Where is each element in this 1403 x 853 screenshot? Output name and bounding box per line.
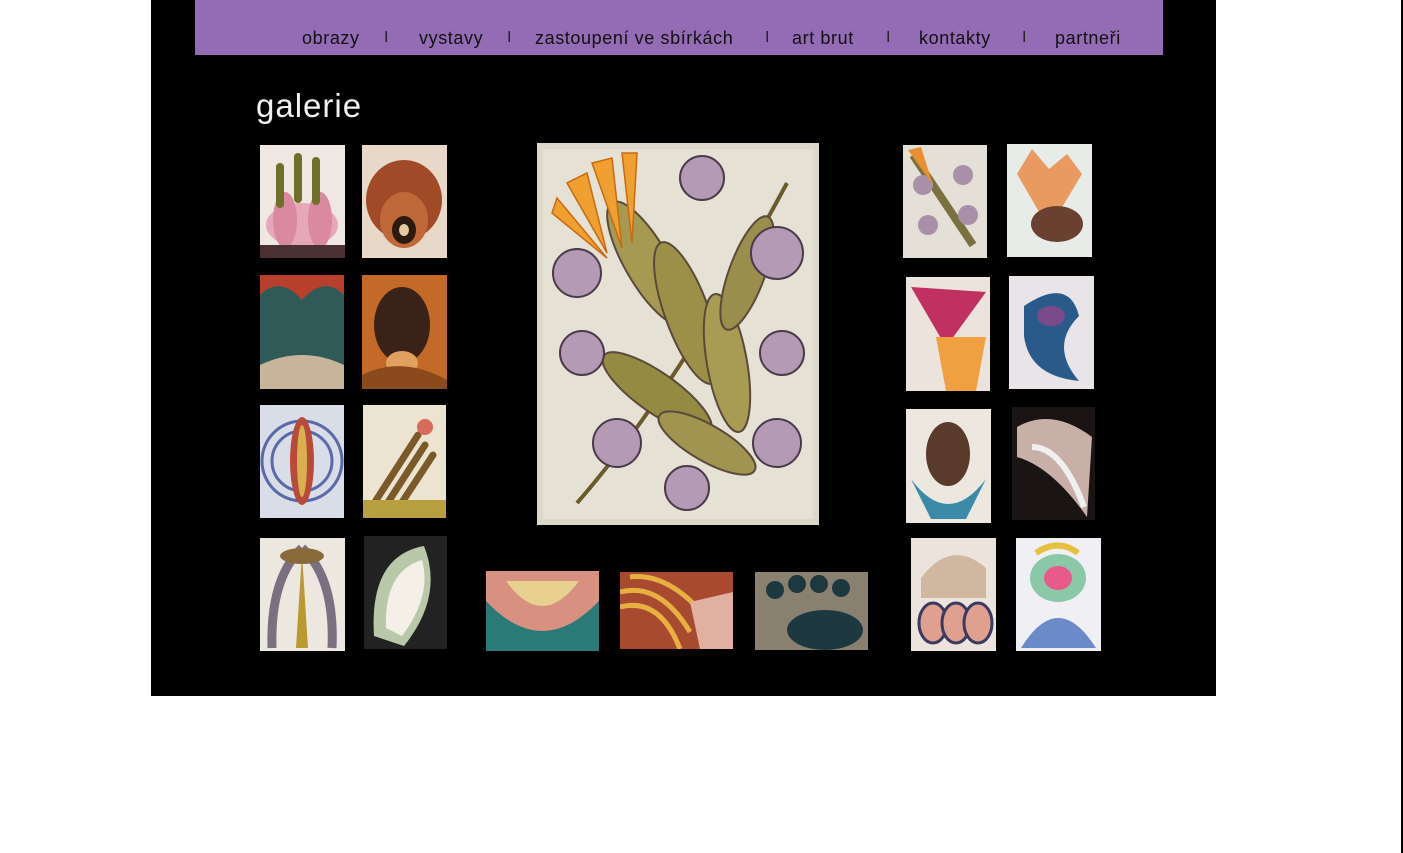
gallery-thumbnail[interactable] (1016, 538, 1101, 651)
gallery-thumbnail[interactable] (1007, 144, 1092, 257)
gallery-thumbnail[interactable] (362, 145, 447, 258)
gallery-thumbnail[interactable] (1012, 407, 1095, 520)
nav-separator: I (886, 29, 892, 46)
gallery-thumbnail[interactable] (906, 277, 990, 391)
nav-item-partneri[interactable]: partneři (1055, 27, 1121, 49)
featured-painting[interactable] (537, 143, 819, 525)
nav-separator: I (1022, 29, 1028, 46)
gallery-thumbnail[interactable] (260, 538, 345, 651)
gallery-thumbnail[interactable] (1009, 276, 1094, 389)
nav-item-art-brut[interactable]: art brut (792, 27, 854, 49)
gallery-thumbnail[interactable] (362, 275, 447, 389)
nav-item-zastoupeni[interactable]: zastoupení ve sbírkách (535, 27, 733, 49)
nav-item-vystavy[interactable]: vystavy (419, 27, 483, 49)
nav-item-obrazy[interactable]: obrazy (302, 27, 360, 49)
gallery-thumbnail[interactable] (903, 145, 987, 258)
nav-separator: I (384, 29, 390, 46)
nav-item-kontakty[interactable]: kontakty (919, 27, 991, 49)
nav-separator: I (507, 29, 513, 46)
gallery-thumbnail[interactable] (620, 572, 733, 649)
gallery-thumbnail[interactable] (260, 405, 344, 518)
gallery-thumbnail[interactable] (911, 538, 996, 651)
gallery-thumbnail[interactable] (363, 405, 446, 518)
page-title: galerie (256, 87, 363, 124)
gallery-thumbnail[interactable] (755, 572, 868, 650)
gallery-thumbnail[interactable] (364, 536, 447, 649)
gallery-thumbnail[interactable] (260, 145, 345, 258)
gallery-thumbnail[interactable] (260, 275, 344, 389)
top-navigation: obrazy I vystavy I zastoupení ve sbírkác… (195, 0, 1163, 55)
gallery-thumbnail[interactable] (486, 571, 599, 651)
nav-separator: I (765, 29, 771, 46)
gallery-thumbnail[interactable] (906, 409, 991, 523)
